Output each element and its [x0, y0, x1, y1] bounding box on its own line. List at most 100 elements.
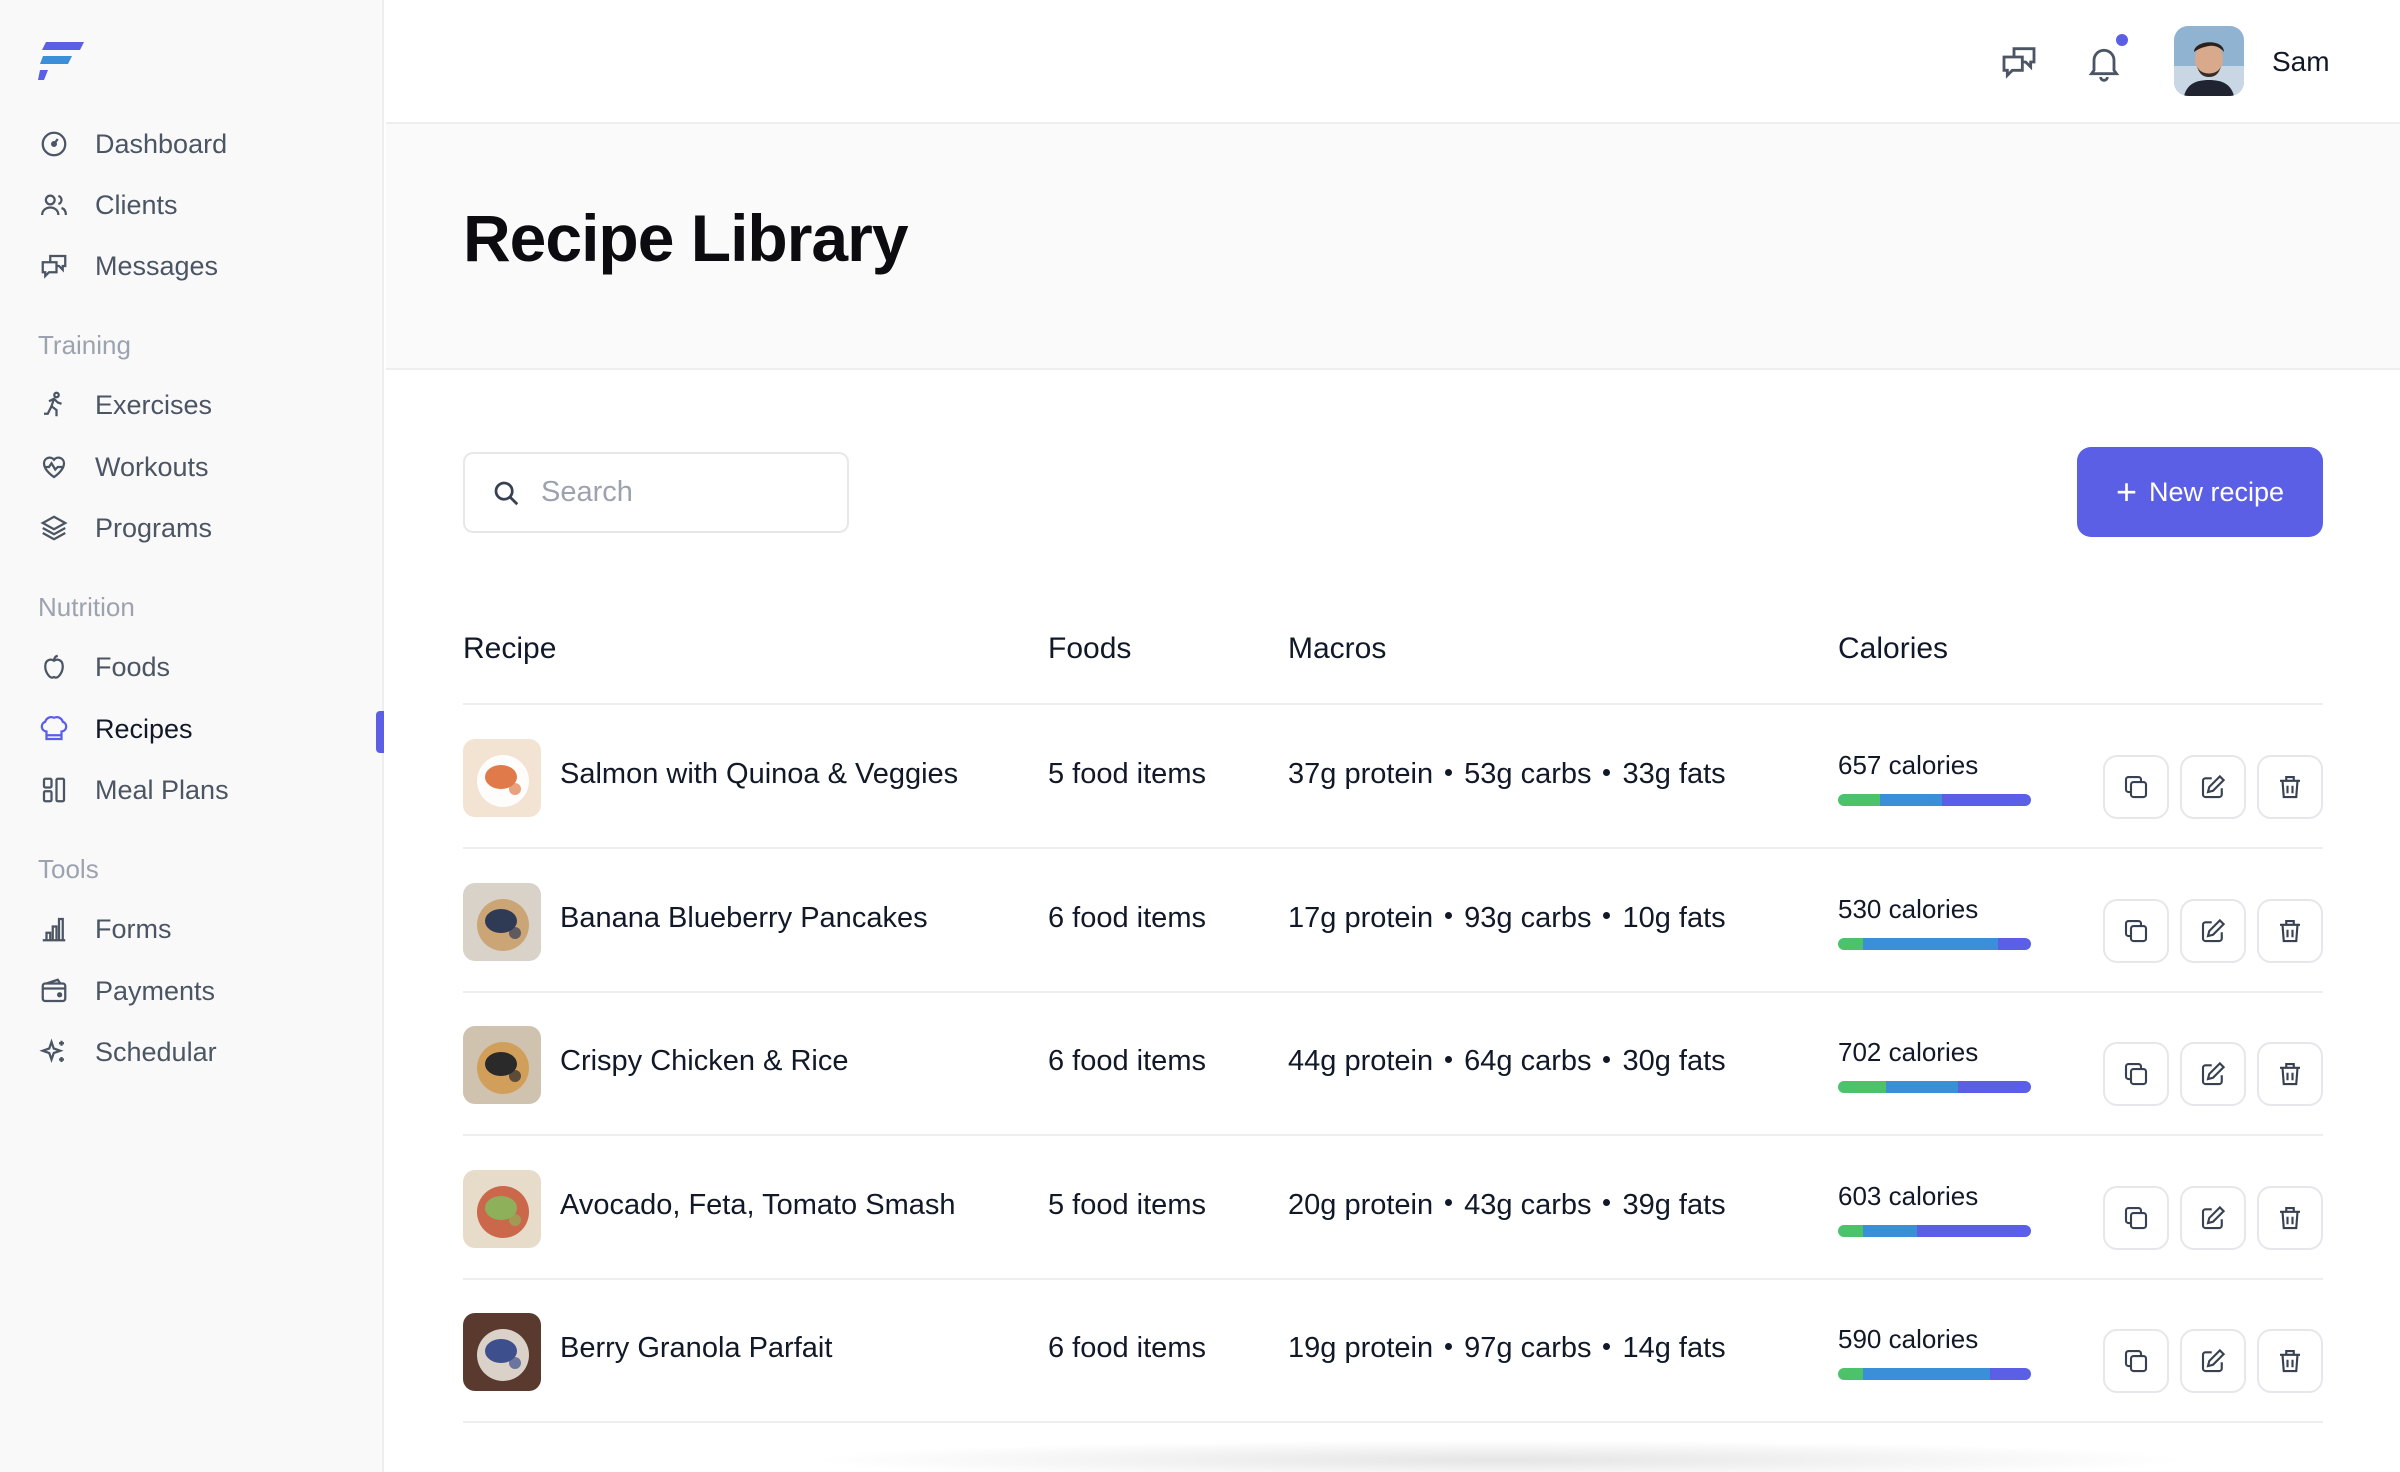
recipe-name[interactable]: Crispy Chicken & Rice — [560, 1045, 848, 1078]
search-input[interactable] — [541, 476, 841, 509]
sidebar-item-forms[interactable]: Forms — [0, 903, 384, 955]
edit-icon — [2198, 1059, 2228, 1089]
duplicate-button[interactable] — [2103, 1185, 2169, 1250]
sidebar-item-recipes[interactable]: Recipes — [0, 703, 384, 755]
duplicate-button[interactable] — [2103, 755, 2169, 819]
sidebar-item-clients[interactable]: Clients — [0, 179, 384, 231]
protein-value: 20g protein — [1288, 1188, 1434, 1221]
sidebar-item-label: Meal Plans — [95, 774, 229, 805]
recipe-thumbnail — [463, 1169, 541, 1248]
sidebar-item-messages[interactable]: Messages — [0, 240, 384, 292]
table-row[interactable]: Salmon with Quinoa & Veggies 5 food items… — [463, 706, 2323, 849]
recipe-thumbnail — [463, 1313, 541, 1391]
sidebar: Dashboard Clients Messages Training Exer… — [0, 0, 384, 1472]
sidebar-item-label: Recipes — [95, 713, 193, 744]
recipe-name[interactable]: Avocado, Feta, Tomato Smash — [560, 1189, 955, 1222]
apple-icon — [38, 651, 70, 683]
trash-icon — [2275, 1203, 2305, 1233]
sidebar-item-label: Forms — [95, 913, 172, 944]
macro-split-bar — [1838, 1224, 2031, 1237]
table-row[interactable]: Berry Granola Parfait 6 food items 19g pro… — [463, 1280, 2323, 1423]
food-count: 6 food items — [1048, 1045, 1206, 1077]
macros: 44g protein 64g carbs 30g fats — [1288, 1045, 1726, 1078]
macro-split-bar — [1838, 1368, 2031, 1380]
running-icon — [38, 389, 70, 421]
fats-segment — [1942, 794, 2031, 806]
new-recipe-button[interactable]: + New recipe — [2077, 447, 2323, 537]
edit-button[interactable] — [2180, 1185, 2246, 1250]
sidebar-item-programs[interactable]: Programs — [0, 502, 384, 554]
recipe-name[interactable]: Salmon with Quinoa & Veggies — [560, 758, 958, 791]
delete-button[interactable] — [2257, 1185, 2323, 1250]
fats-value: 30g fats — [1622, 1045, 1726, 1077]
edit-button[interactable] — [2180, 1329, 2246, 1393]
duplicate-button[interactable] — [2103, 1329, 2169, 1393]
copy-icon — [2121, 1059, 2151, 1089]
fats-segment — [1957, 1081, 2031, 1093]
edit-button[interactable] — [2180, 1042, 2246, 1106]
macros: 19g protein 97g carbs 14g fats — [1288, 1332, 1726, 1365]
user-name[interactable]: Sam — [2272, 46, 2330, 78]
fats-value: 39g fats — [1622, 1188, 1726, 1221]
delete-button[interactable] — [2257, 1042, 2323, 1106]
protein-value: 44g protein — [1288, 1045, 1434, 1077]
separator-dot — [1445, 1199, 1453, 1207]
wallet-icon — [38, 975, 70, 1007]
edit-icon — [2198, 916, 2228, 946]
messages-icon[interactable] — [1999, 42, 2039, 82]
sidebar-item-schedular[interactable]: Schedular — [0, 1026, 384, 1078]
page-title: Recipe Library — [463, 201, 909, 275]
new-recipe-button-label: New recipe — [2148, 476, 2285, 507]
column-header-calories: Calories — [1838, 632, 1949, 665]
separator-dot — [1603, 1055, 1611, 1063]
sidebar-item-label: Exercises — [95, 389, 213, 420]
delete-button[interactable] — [2257, 755, 2323, 819]
carbs-segment — [1880, 794, 1943, 806]
avatar[interactable] — [2174, 26, 2244, 96]
food-count: 6 food items — [1048, 1332, 1206, 1364]
delete-button[interactable] — [2257, 1329, 2323, 1393]
macros: 20g protein 43g carbs 39g fats — [1288, 1189, 1726, 1222]
delete-button[interactable] — [2257, 898, 2323, 963]
carbs-segment — [1863, 1224, 1918, 1237]
chart-icon — [38, 913, 70, 945]
column-header-foods: Foods — [1048, 632, 1132, 665]
edit-icon — [2198, 772, 2228, 802]
duplicate-button[interactable] — [2103, 898, 2169, 963]
search-box[interactable] — [463, 452, 849, 533]
recipe-thumbnail — [463, 1026, 541, 1104]
protein-segment — [1838, 937, 1864, 950]
plus-icon: + — [2115, 471, 2137, 512]
separator-dot — [1603, 1199, 1611, 1207]
recipe-name[interactable]: Banana Blueberry Pancakes — [560, 902, 928, 935]
duplicate-button[interactable] — [2103, 1042, 2169, 1106]
sidebar-item-foods[interactable]: Foods — [0, 641, 384, 693]
sidebar-item-exercises[interactable]: Exercises — [0, 379, 384, 431]
section-title-training: Training — [38, 330, 131, 360]
table-row[interactable]: Avocado, Feta, Tomato Smash 5 food items 2… — [463, 1137, 2323, 1280]
edit-button[interactable] — [2180, 755, 2246, 819]
trash-icon — [2275, 772, 2305, 802]
carbs-value: 43g carbs — [1464, 1188, 1592, 1221]
sidebar-item-meal-plans[interactable]: Meal Plans — [0, 764, 384, 816]
sidebar-item-payments[interactable]: Payments — [0, 965, 384, 1017]
separator-dot — [1603, 1342, 1611, 1350]
sidebar-item-workouts[interactable]: Workouts — [0, 441, 384, 493]
edit-button[interactable] — [2180, 898, 2246, 963]
fats-segment — [1917, 1224, 2031, 1237]
food-count: 5 food items — [1048, 1188, 1206, 1221]
sidebar-item-dashboard[interactable]: Dashboard — [0, 118, 384, 170]
carbs-value: 93g carbs — [1464, 901, 1592, 934]
separator-dot — [1445, 1055, 1453, 1063]
users-icon — [38, 189, 70, 221]
calories-value: 530 calories — [1838, 893, 1979, 924]
sidebar-item-label: Schedular — [95, 1036, 217, 1067]
logo-icon[interactable] — [38, 40, 84, 80]
table-row[interactable]: Crispy Chicken & Rice 6 food items 44g pro… — [463, 993, 2323, 1136]
recipe-name[interactable]: Berry Granola Parfait — [560, 1332, 832, 1365]
carbs-value: 97g carbs — [1464, 1332, 1592, 1364]
macro-split-bar — [1838, 794, 2031, 806]
table-row[interactable]: Banana Blueberry Pancakes 6 food items 17g… — [463, 850, 2323, 993]
bell-icon[interactable] — [2084, 42, 2124, 82]
copy-icon — [2121, 1346, 2151, 1376]
